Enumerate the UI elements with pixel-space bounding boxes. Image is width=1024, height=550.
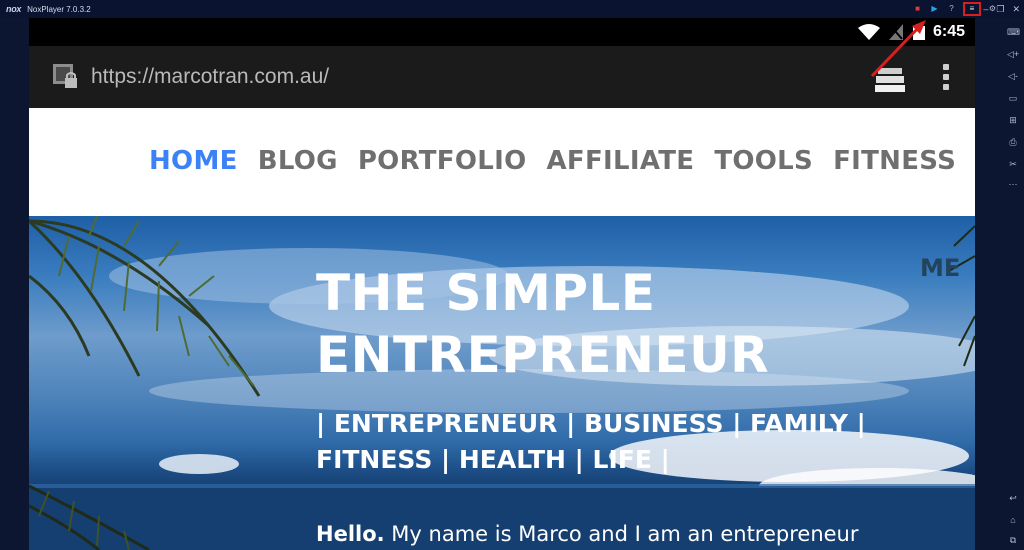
nav-item-tools[interactable]: TOOLS: [714, 146, 813, 176]
nox-logo: nox: [6, 4, 22, 14]
hero-subtitle-line1: | ENTREPRENEUR | BUSINESS | FAMILY |: [316, 409, 866, 438]
keyboard-icon[interactable]: ⌨: [1007, 26, 1020, 38]
hero-intro-text: My name is Marco and I am an entrepreneu…: [384, 522, 859, 546]
more-icon[interactable]: ⋯: [1007, 178, 1019, 190]
site-navbar: HOMEBLOGPORTFOLIOAFFILIATETOOLSFITNESSBO…: [29, 108, 975, 216]
hero-intro-bold: Hello.: [316, 522, 385, 546]
hero-subtitle-line2: FITNESS | HEALTH | LIFE |: [316, 445, 670, 474]
nav-item-home[interactable]: HOME: [149, 146, 238, 176]
close-icon[interactable]: ✕: [1012, 4, 1020, 15]
play-store-icon[interactable]: ▶: [929, 4, 940, 14]
emulator-titlebar: nox NoxPlayer 7.0.3.2 ■ ▶ ? ≡ ⚙ – ❐ ✕: [0, 0, 1024, 18]
gift-icon[interactable]: ■: [912, 4, 923, 14]
print-icon[interactable]: ⎙: [1007, 136, 1019, 148]
volume-up-icon[interactable]: ◁+: [1007, 48, 1019, 60]
volume-down-icon[interactable]: ◁-: [1007, 70, 1019, 82]
nav-item-portfolio[interactable]: PORTFOLIO: [358, 146, 527, 176]
home-icon[interactable]: ⌂: [1007, 514, 1019, 526]
help-icon[interactable]: ?: [946, 4, 957, 14]
back-icon[interactable]: ↩: [1007, 492, 1019, 504]
emulator-sidebar: ⌨ ◁+ ◁- ▭ ⊞ ⎙ ✂ ⋯ ↩ ⌂ ⧉: [1002, 18, 1024, 550]
hero-title: THE SIMPLE ENTREPRENEUR: [316, 262, 769, 386]
hero-banner: THE SIMPLE ENTREPRENEUR | ENTREPRENEUR |…: [29, 216, 975, 550]
add-apk-icon[interactable]: ⊞: [1007, 114, 1019, 126]
recent-apps-icon[interactable]: ⧉: [1007, 534, 1019, 546]
browser-url-bar[interactable]: https://marcotran.com.au/: [29, 46, 975, 108]
screen-icon[interactable]: ▭: [1007, 92, 1019, 104]
hero-subtitle: | ENTREPRENEUR | BUSINESS | FAMILY | FIT…: [316, 406, 876, 478]
scissors-icon[interactable]: ✂: [1007, 158, 1019, 170]
annotation-arrow: [870, 20, 926, 78]
minimize-icon[interactable]: –: [983, 4, 988, 14]
status-bar: 6:45: [29, 18, 975, 46]
menu-icon[interactable]: ≡: [963, 2, 981, 16]
browser-menu-icon[interactable]: [942, 64, 950, 90]
hero-intro: Hello. My name is Marco and I am an entr…: [316, 522, 859, 546]
hero-title-line2: ENTREPRENEUR: [316, 326, 770, 384]
url-text[interactable]: https://marcotran.com.au/: [91, 65, 329, 89]
nav-item-blog[interactable]: BLOG: [258, 146, 338, 176]
window-controls: – ❐ ✕: [983, 0, 1020, 18]
hero-side-text: ME: [920, 254, 961, 282]
site-favicon-icon: [53, 64, 77, 88]
nav-item-fitness[interactable]: FITNESS: [833, 146, 956, 176]
restore-icon[interactable]: ❐: [996, 4, 1004, 15]
nav-menu: HOMEBLOGPORTFOLIOAFFILIATETOOLSFITNESSBO…: [149, 146, 975, 176]
nav-item-affiliate[interactable]: AFFILIATE: [546, 146, 694, 176]
android-screen: 6:45 https://marcotran.com.au/ HOME BLOG P…: [29, 18, 975, 550]
app-title: NoxPlayer 7.0.3.2: [27, 4, 91, 14]
hero-title-line1: THE SIMPLE: [316, 264, 656, 322]
